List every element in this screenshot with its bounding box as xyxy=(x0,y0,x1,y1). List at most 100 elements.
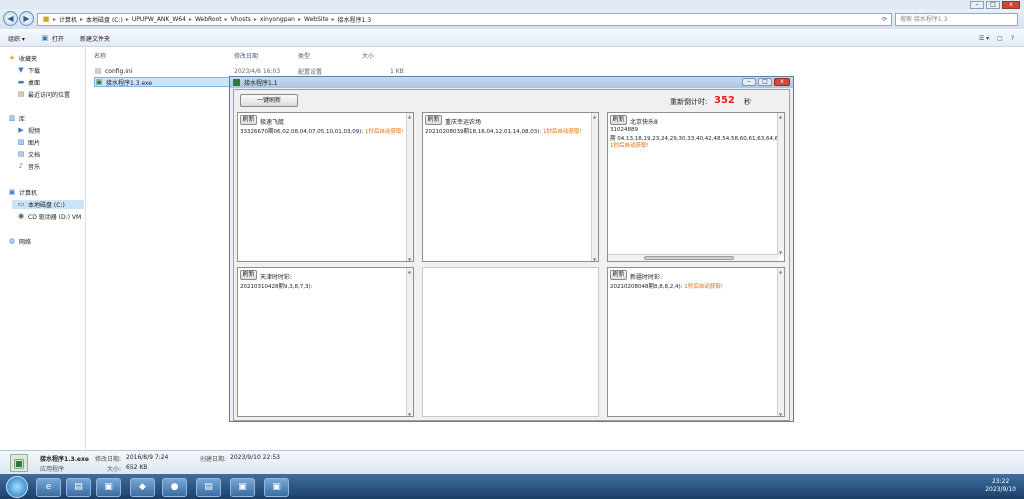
start-button[interactable] xyxy=(6,476,28,498)
empty-panel xyxy=(422,267,599,417)
forward-button[interactable]: ▶ xyxy=(19,11,34,26)
details-pane: ▣ 接水程序1.3.exe 应用程序 修改日期: 2016/8/9 7:24 大… xyxy=(0,450,1024,474)
library-icon: ▥ xyxy=(8,114,16,122)
organize-button[interactable]: 组织 ▾ xyxy=(8,34,25,43)
nav-cd-drive[interactable]: ◉ CD 驱动器 (D:) VM xyxy=(17,212,81,222)
refresh-icon[interactable]: ⟳ xyxy=(882,16,887,23)
lottery-panel: 刷新 极速飞艇 33326670期06,02,08,04,07,05,10,01… xyxy=(237,112,414,262)
panel-result-line: 20210208039期18,16,04,12,01,14,08,03): 1秒… xyxy=(425,127,582,135)
app-titlebar[interactable]: 接水程序1.1 – □ x xyxy=(230,77,793,88)
scrollbar-thumb[interactable] xyxy=(644,256,734,260)
panel-result-line: 20210208048期8,8,8,2,4): 1秒后自动获取! xyxy=(610,282,723,290)
vertical-scrollbar[interactable] xyxy=(406,268,413,416)
refresh-all-button[interactable]: 一键刷新 xyxy=(240,94,298,107)
search-input[interactable]: 搜索 接水程序1.3 xyxy=(895,13,1018,26)
nav-downloads[interactable]: ▼ 下载 xyxy=(17,66,41,76)
details-size-label: 大小: xyxy=(107,466,122,473)
nav-favorites[interactable]: ★ 收藏夹 xyxy=(8,54,38,64)
close-icon[interactable]: x xyxy=(774,78,790,86)
document-icon: ▤ xyxy=(17,150,25,158)
vertical-scrollbar[interactable] xyxy=(406,113,413,261)
minimize-icon[interactable]: – xyxy=(742,78,756,86)
app-icon[interactable]: ◆ xyxy=(130,478,155,497)
clock-date: 2023/9/10 xyxy=(985,486,1016,493)
star-icon: ★ xyxy=(8,54,16,62)
back-button[interactable]: ◀ xyxy=(3,11,18,26)
column-header-type[interactable]: 类型 xyxy=(298,51,310,60)
app-icon[interactable]: ▣ xyxy=(230,478,255,497)
nav-label: 网络 xyxy=(19,239,32,246)
vertical-scrollbar[interactable] xyxy=(777,268,784,416)
panel-refresh-button[interactable]: 刷新 xyxy=(425,115,442,125)
nav-network[interactable]: ◍ 网络 xyxy=(8,237,32,247)
view-options-icon[interactable]: ☰ ▾ xyxy=(979,35,989,42)
column-header-size[interactable]: 大小 xyxy=(362,51,374,60)
panel-refresh-button[interactable]: 刷新 xyxy=(610,270,627,280)
exe-file-icon: ▣ xyxy=(95,77,103,86)
breadcrumb[interactable]: ■ ▸ 计算机 ▸ 本地磁盘 (C:) ▸ UPUPW_ANK_W64 ▸ WebRoo… xyxy=(37,13,892,26)
system-clock[interactable]: 23:22 2023/9/10 xyxy=(985,478,1016,494)
panel-refresh-button[interactable]: 刷新 xyxy=(610,115,627,125)
ie-icon[interactable]: e xyxy=(36,478,61,497)
column-header-date[interactable]: 修改日期 xyxy=(234,51,258,60)
file-row-selected[interactable]: ▣ 接水程序1.3.exe xyxy=(94,77,234,87)
help-icon[interactable]: ? xyxy=(1011,35,1014,42)
nav-local-disk[interactable]: ▭ 本地磁盘 (C:) xyxy=(12,200,84,209)
breadcrumb-item[interactable]: WebSite xyxy=(304,16,329,23)
panel-result-line: 20210310428期9,3,8,7,3): xyxy=(240,284,313,290)
preview-pane-icon[interactable]: ▢ xyxy=(997,35,1003,42)
music-icon: ♪ xyxy=(18,162,24,170)
nav-label: 收藏夹 xyxy=(19,56,38,63)
video-icon: ▶ xyxy=(18,126,24,134)
maximize-icon[interactable]: □ xyxy=(986,1,1000,9)
nav-libraries[interactable]: ▥ 库 xyxy=(8,114,25,124)
file-date: 2023/4/6 16:03 xyxy=(234,67,281,75)
close-icon[interactable]: x xyxy=(1002,1,1020,9)
new-folder-button[interactable]: 新建文件夹 xyxy=(80,34,110,43)
vertical-scrollbar[interactable] xyxy=(777,113,784,256)
panel-refresh-button[interactable]: 刷新 xyxy=(240,115,257,125)
nav-label: 下载 xyxy=(28,68,41,75)
column-header-name[interactable]: 名称 xyxy=(94,51,106,60)
app-icon[interactable]: ▣ xyxy=(96,478,121,497)
app-icon[interactable]: ▤ xyxy=(196,478,221,497)
nav-computer[interactable]: ▣ 计算机 xyxy=(8,188,37,198)
result-text: 33326670期06,02,08,04,07,05,10,01,03,09): xyxy=(240,129,364,135)
file-row[interactable]: ▤ config.ini 2023/4/6 16:03 配置设置 1 KB xyxy=(94,66,404,76)
panel-result-line: 31024889 xyxy=(610,127,638,133)
app-icon[interactable]: ▣ xyxy=(264,478,289,497)
nav-videos[interactable]: ▶ 视频 xyxy=(17,126,40,136)
app-icon[interactable]: ● xyxy=(162,478,187,497)
auto-fetch-note: 1秒后自动获取! xyxy=(610,143,649,149)
nav-pictures[interactable]: ▨ 图片 xyxy=(17,138,40,148)
explorer-icon[interactable]: ▤ xyxy=(66,478,91,497)
minimize-icon[interactable]: – xyxy=(970,1,984,9)
nav-desktop[interactable]: ▬ 桌面 xyxy=(17,78,40,88)
network-icon: ◍ xyxy=(8,237,16,245)
folder-icon: ■ xyxy=(42,15,50,23)
maximize-icon[interactable]: □ xyxy=(758,78,772,86)
nav-documents[interactable]: ▤ 文档 xyxy=(17,150,40,160)
breadcrumb-item[interactable]: 接水程序1.3 xyxy=(338,15,372,24)
breadcrumb-item[interactable]: xinyongpan xyxy=(260,16,295,23)
breadcrumb-item[interactable]: UPUPW_ANK_W64 xyxy=(132,16,186,23)
breadcrumb-item[interactable]: 本地磁盘 (C:) xyxy=(86,15,123,24)
open-label: 打开 xyxy=(51,35,64,43)
panel-title: 重庆幸运农场 xyxy=(445,119,482,126)
open-button[interactable]: ▣ 打开 xyxy=(41,34,64,43)
breadcrumb-item[interactable]: 计算机 xyxy=(59,15,77,24)
nav-recent[interactable]: ▤ 最近访问的位置 xyxy=(17,90,70,100)
breadcrumb-item[interactable]: Vhosts xyxy=(231,16,251,23)
panel-refresh-button[interactable]: 刷新 xyxy=(240,270,257,280)
breadcrumb-item[interactable]: WebRoot xyxy=(195,16,222,23)
horizontal-scrollbar[interactable] xyxy=(608,254,779,261)
details-created-value: 2023/9/10 22:53 xyxy=(230,454,280,461)
vertical-scrollbar[interactable] xyxy=(591,113,598,261)
open-icon: ▣ xyxy=(41,33,49,42)
lottery-panel: 刷新 北京快乐8 31024889 期 04,13,18,19,23,24,29… xyxy=(607,112,785,262)
exe-file-icon: ▣ xyxy=(10,454,28,472)
nav-music[interactable]: ♪ 音乐 xyxy=(17,162,40,172)
command-toolbar: 组织 ▾ ▣ 打开 新建文件夹 ☰ ▾ ▢ ? xyxy=(0,30,1024,47)
file-size: 1 KB xyxy=(390,67,404,75)
details-modified-label: 修改日期: xyxy=(95,456,122,463)
